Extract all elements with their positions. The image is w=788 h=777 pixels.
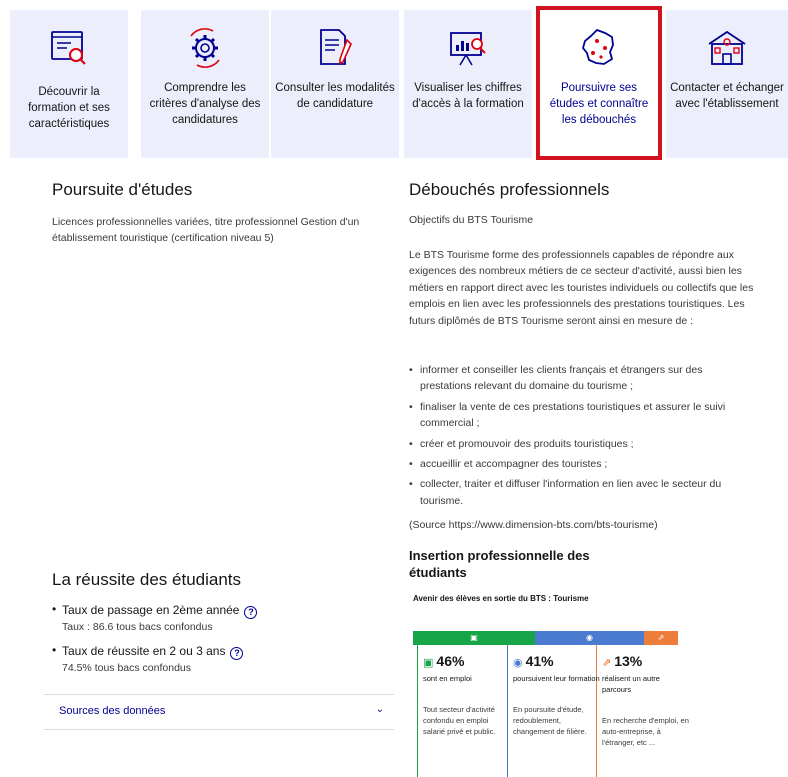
objectives-list: informer et conseiller les clients franç…: [409, 362, 754, 513]
insertion-desc: En poursuite d'étude, redoublement, chan…: [513, 705, 587, 736]
tab-label: Comprendre les critères d'analyse des ca…: [149, 82, 261, 126]
graduation-cap-icon: ◉: [513, 657, 523, 669]
sources-label: Sources des données: [59, 705, 166, 717]
briefcase-icon: ▣: [423, 657, 434, 669]
insertion-pct: 46%: [436, 653, 465, 669]
poursuite-title: Poursuite d'études: [52, 180, 193, 199]
tab-criteres[interactable]: Comprendre les critères d'analyse des ca…: [141, 10, 269, 158]
gear-cycle-icon: [190, 28, 220, 68]
insertion-label: réalisent un autre parcours: [602, 674, 660, 694]
chevron-down-icon: ⌄: [375, 704, 384, 715]
school-building-icon: [708, 30, 746, 65]
tab-label: Contacter et échanger avec l'établisseme…: [670, 82, 784, 110]
list-item: informer et conseiller les clients franç…: [409, 362, 754, 395]
active-tab-highlight: [536, 6, 662, 160]
presentation-chart-icon: [450, 32, 486, 66]
path-icon: ⇗: [602, 657, 612, 669]
tab-label: Visualiser les chiffres d'accès à la for…: [412, 82, 524, 110]
help-icon[interactable]: ?: [244, 606, 258, 619]
sources-accordion[interactable]: Sources des données ⌄: [44, 694, 394, 730]
stat-name: Taux de réussite en 2 ou 3 ans: [62, 644, 226, 658]
insertion-label: poursuivent leur formation: [513, 674, 600, 683]
stat-value: Taux : 86.6 tous bacs confondus: [62, 621, 213, 633]
insertion-label: sont en emploi: [423, 674, 472, 683]
tab-label: Consulter les modalités de candidature: [275, 82, 395, 110]
poursuite-text: Licences professionnelles variées, titre…: [52, 216, 360, 245]
list-item: créer et promouvoir des produits tourist…: [409, 436, 754, 453]
insertion-col-emploi: ▣ 46% sont en emploi Tout secteur d'activ…: [423, 652, 511, 777]
list-item: collecter, traiter et diffuser l'informa…: [409, 476, 754, 509]
insertion-col-autre: ⇗ 13% réalisent un autre parcours En rech…: [602, 652, 690, 777]
insertion-bar-autre: ⇗: [644, 631, 678, 645]
tab-chiffres[interactable]: Visualiser les chiffres d'accès à la for…: [404, 10, 532, 158]
reussite-title: La réussite des étudiants: [52, 570, 242, 589]
tab-modalites[interactable]: Consulter les modalités de candidature: [271, 10, 399, 158]
tab-bar: Découvrir la formation et ses caractéris…: [0, 0, 788, 160]
source-note: (Source https://www.dimension-bts.com/bt…: [409, 519, 658, 531]
column-rule: [417, 645, 418, 777]
intro-paragraph: Le BTS Tourisme forme des professionnels…: [409, 249, 754, 327]
tab-contact[interactable]: Contacter et échanger avec l'établisseme…: [666, 10, 788, 158]
debouches-title: Débouchés professionnels: [409, 180, 610, 199]
list-item: finaliser la vente de ces prestations to…: [409, 399, 754, 432]
document-pen-icon: [320, 29, 352, 65]
insertion-desc: Tout secteur d'activité confondu en empl…: [423, 705, 496, 736]
insertion-pct: 41%: [525, 653, 554, 669]
chart-caption: Avenir des élèves en sortie du BTS : Tou…: [413, 594, 589, 603]
list-item: accueillir et accompagner des touristes …: [409, 456, 754, 473]
stat-reussite: Taux de réussite en 2 ou 3 ans? 74.5% to…: [52, 643, 392, 676]
insertion-title: Insertion professionnelle des étudiants: [409, 548, 590, 580]
insertion-col-formation: ◉ 41% poursuivent leur formation En pours…: [513, 652, 601, 777]
stat-value: 74.5% tous bacs confondus: [62, 662, 192, 674]
magnifier-document-icon: [51, 31, 86, 65]
insertion-bar-formation: ◉: [535, 631, 644, 645]
stat-passage: Taux de passage en 2ème année? Taux : 86…: [52, 602, 392, 635]
stat-name: Taux de passage en 2ème année: [62, 603, 240, 617]
insertion-desc: En recherche d'emploi, en auto-entrepris…: [602, 716, 689, 747]
insertion-pct: 13%: [614, 653, 643, 669]
stats-list: Taux de passage en 2ème année? Taux : 86…: [52, 602, 392, 684]
tab-formation[interactable]: Découvrir la formation et ses caractéris…: [10, 10, 128, 158]
help-icon[interactable]: ?: [230, 647, 244, 660]
tab-label: Découvrir la formation et ses caractéris…: [28, 86, 110, 130]
objectifs-label: Objectifs du BTS Tourisme: [409, 214, 534, 226]
insertion-bar-emploi: ▣: [413, 631, 535, 645]
